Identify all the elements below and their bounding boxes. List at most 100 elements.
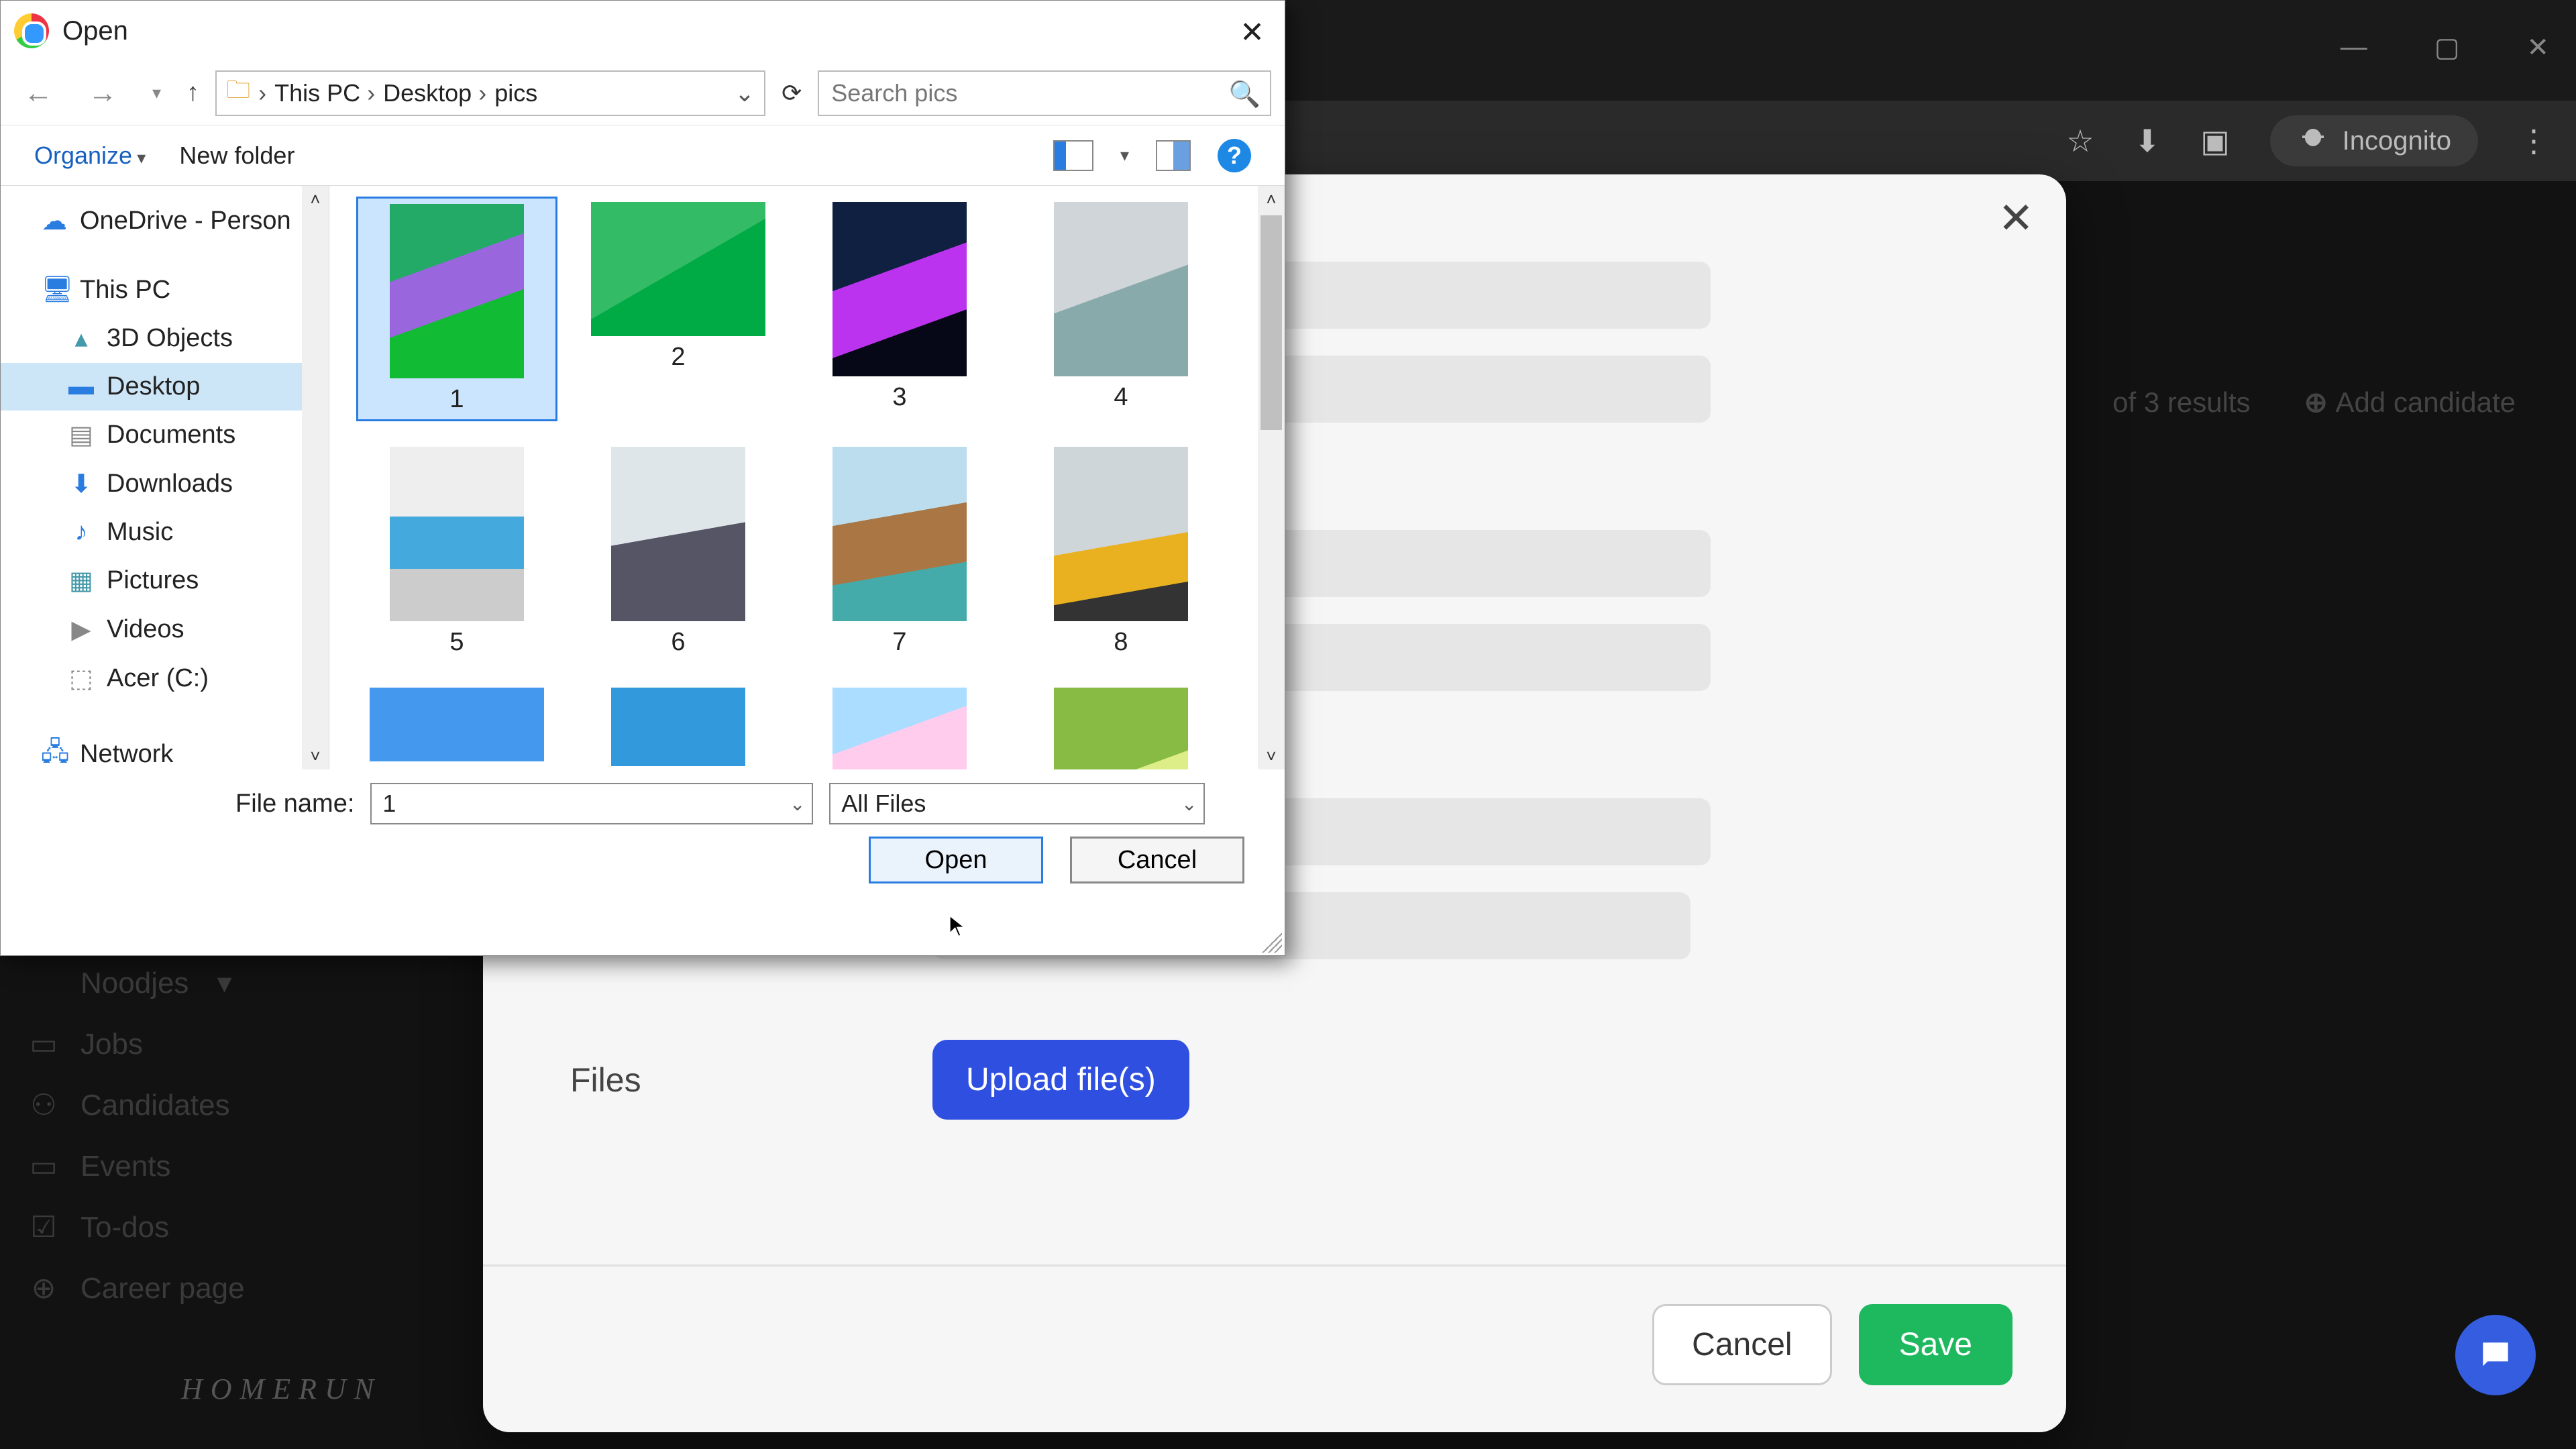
thumbnail-label: 7 <box>892 628 906 657</box>
thumbnail-image <box>1054 202 1188 376</box>
bookmark-star-icon[interactable]: ☆ <box>2066 123 2094 159</box>
file-open-dialog: Open ✕ ← → ▾ ↑ 🗀 › This PC› Desktop› pic… <box>0 0 1285 956</box>
downloads-icon[interactable]: ⬇ <box>2135 123 2161 159</box>
file-thumb-3[interactable]: 3 <box>799 197 1000 421</box>
view-mode-dropdown[interactable]: ▾ <box>1120 145 1129 166</box>
incognito-badge[interactable]: Incognito <box>2270 115 2478 166</box>
chat-launcher-button[interactable] <box>2455 1315 2536 1395</box>
thumbnail-label: 8 <box>1114 628 1128 657</box>
breadcrumb-pics[interactable]: pics <box>494 79 537 107</box>
nav-recent-button[interactable]: ▾ <box>143 83 170 103</box>
view-mode-button[interactable] <box>1053 140 1093 171</box>
tree-node-videos[interactable]: ▶Videos <box>1 605 329 654</box>
bg-logo: HOMERUN <box>181 1372 382 1406</box>
filetype-dropdown[interactable]: ⌄ <box>1181 793 1197 815</box>
incognito-label: Incognito <box>2343 126 2451 156</box>
file-thumb-1[interactable]: 1 <box>356 197 557 421</box>
tree-label: Pictures <box>107 566 199 595</box>
tree-icon: ▤ <box>68 420 95 450</box>
file-thumb-5[interactable]: 5 <box>356 441 557 662</box>
thumbnail-image <box>833 447 967 621</box>
thumbnail-label: 1 <box>449 385 464 414</box>
tree-scrollbar[interactable]: ˄˅ <box>302 186 329 769</box>
bg-nav-career-page: ⊕Career page <box>27 1271 245 1305</box>
scroll-down-icon[interactable]: ˅ <box>1258 743 1285 769</box>
filetype-select[interactable]: All Files ⌄ <box>829 783 1205 824</box>
breadcrumb-dropdown[interactable]: ⌄ <box>735 79 755 107</box>
tree-label: OneDrive - Person <box>80 207 291 235</box>
tree-node-onedrive-person[interactable]: ☁OneDrive - Person <box>1 197 329 246</box>
filename-label: File name: <box>235 790 354 818</box>
help-button[interactable]: ? <box>1218 139 1251 172</box>
bg-nav-header: Noodjes▾ <box>27 966 245 1000</box>
filename-dropdown[interactable]: ⌄ <box>790 793 805 815</box>
bg-add-candidate: ⊕ Add candidate <box>2304 386 2516 419</box>
file-thumb-4[interactable]: 4 <box>1020 197 1222 421</box>
breadcrumb-desktop[interactable]: Desktop› <box>383 79 486 107</box>
dialog-open-button[interactable]: Open <box>869 837 1043 883</box>
browser-menu-icon[interactable]: ⋮ <box>2518 123 2549 159</box>
tree-node-acer-c-[interactable]: ⬚Acer (C:) <box>1 654 329 703</box>
new-folder-button[interactable]: New folder <box>179 142 294 170</box>
upload-files-button[interactable]: Upload file(s) <box>932 1040 1189 1120</box>
incognito-icon <box>2297 125 2329 157</box>
breadcrumb-sep: › <box>258 79 266 107</box>
tree-node-desktop[interactable]: ▬Desktop <box>1 363 329 411</box>
file-thumb-8[interactable]: 8 <box>1020 441 1222 662</box>
preview-pane-button[interactable] <box>1156 140 1191 171</box>
scroll-thumb[interactable] <box>1260 215 1282 430</box>
tree-node-this-pc[interactable]: 🖥This PC <box>1 266 329 314</box>
window-close-button[interactable]: ✕ <box>2526 32 2549 63</box>
file-thumb-partial[interactable] <box>356 682 557 769</box>
tree-icon: ♪ <box>68 518 95 547</box>
modal-save-button[interactable]: Save <box>1859 1304 2012 1385</box>
tree-node-3d-objects[interactable]: ▴3D Objects <box>1 314 329 363</box>
scroll-up-icon[interactable]: ˄ <box>1258 186 1285 213</box>
dialog-close-button[interactable]: ✕ <box>1240 15 1265 50</box>
file-thumb-partial[interactable] <box>799 682 1000 769</box>
organize-menu[interactable]: Organize <box>34 142 146 170</box>
tree-icon: ⬇ <box>68 469 95 499</box>
dialog-cancel-button[interactable]: Cancel <box>1070 837 1244 883</box>
file-thumb-partial[interactable] <box>578 682 779 769</box>
bg-results-count: of 3 results <box>2112 386 2250 419</box>
nav-up-button[interactable]: ↑ <box>186 78 199 107</box>
bg-nav-jobs: ▭Jobs <box>27 1027 245 1061</box>
tree-node-downloads[interactable]: ⬇Downloads <box>1 460 329 508</box>
nav-refresh-button[interactable]: ⟳ <box>782 79 802 107</box>
thumbnail-image <box>390 204 524 378</box>
tree-node-music[interactable]: ♪Music <box>1 508 329 556</box>
resize-grip[interactable] <box>1262 932 1282 953</box>
modal-cancel-button[interactable]: Cancel <box>1652 1304 1831 1385</box>
tree-node-documents[interactable]: ▤Documents <box>1 411 329 460</box>
nav-back-button[interactable]: ← <box>14 76 62 110</box>
tree-label: This PC <box>80 276 170 305</box>
files-label: Files <box>570 1061 932 1099</box>
thumbnail-image <box>1054 447 1188 621</box>
scroll-up-icon[interactable]: ˄ <box>302 186 329 213</box>
file-grid-scrollbar[interactable]: ˄ ˅ <box>1258 186 1285 769</box>
file-thumb-partial[interactable] <box>1020 682 1222 769</box>
file-thumb-6[interactable]: 6 <box>578 441 779 662</box>
scroll-down-icon[interactable]: ˅ <box>302 743 329 769</box>
filename-input[interactable]: 1 ⌄ <box>370 783 813 824</box>
dialog-titlebar: Open ✕ <box>1 1 1285 61</box>
search-placeholder: Search pics <box>831 79 957 107</box>
file-thumb-2[interactable]: 2 <box>578 197 779 421</box>
tree-label: Videos <box>107 615 184 644</box>
bg-nav-events: ▭Events <box>27 1149 245 1183</box>
modal-close-button[interactable]: ✕ <box>1998 193 2034 244</box>
window-minimize-button[interactable]: — <box>2341 32 2367 63</box>
bg-nav-candidates: ⚇Candidates <box>27 1088 245 1122</box>
breadcrumb[interactable]: 🗀 › This PC› Desktop› pics ⌄ <box>215 70 765 116</box>
file-thumb-7[interactable]: 7 <box>799 441 1000 662</box>
search-input[interactable]: Search pics 🔍 <box>818 70 1271 116</box>
tree-icon: ▬ <box>68 372 95 401</box>
side-panel-icon[interactable]: ▣ <box>2200 123 2229 159</box>
window-maximize-button[interactable]: ▢ <box>2434 32 2460 63</box>
breadcrumb-this-pc[interactable]: This PC› <box>274 79 375 107</box>
file-grid: 1 234 56 7 8 ˄ ˅ <box>329 186 1285 769</box>
nav-forward-button[interactable]: → <box>78 76 127 110</box>
folder-icon: 🗀 <box>226 72 250 113</box>
tree-node-pictures[interactable]: ▦Pictures <box>1 556 329 605</box>
